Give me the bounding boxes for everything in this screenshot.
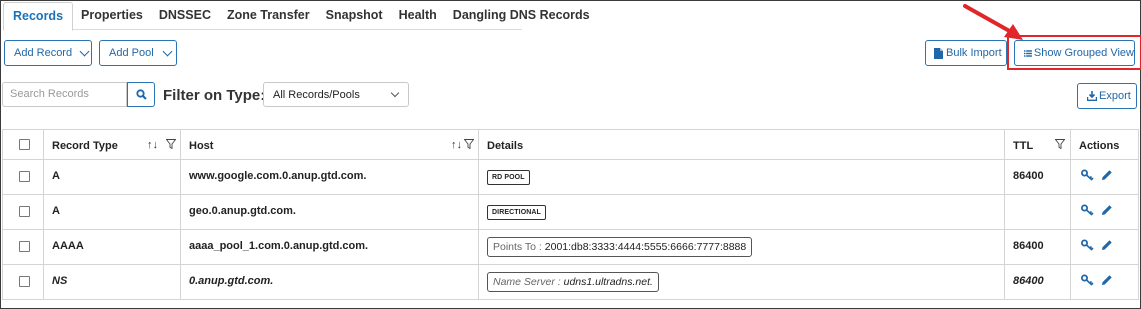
edit-pencil-icon[interactable] (1101, 169, 1113, 181)
filter-icon[interactable] (166, 139, 176, 149)
file-icon (934, 47, 943, 59)
record-type-select-value: All Records/Pools (273, 89, 360, 101)
details-cell: DIRECTIONAL (478, 195, 1004, 229)
tab-zone-transfer[interactable]: Zone Transfer (219, 2, 318, 29)
ttl-header-label: TTL (1013, 140, 1034, 152)
name-server-label: Name Server : (493, 276, 561, 288)
chevron-down-icon (162, 46, 173, 56)
tab-properties[interactable]: Properties (73, 2, 151, 29)
add-pool-label: Add Pool (109, 47, 154, 59)
tab-bar: Records Properties DNSSEC Zone Transfer … (3, 2, 590, 31)
download-icon (1087, 91, 1097, 101)
key-icon[interactable] (1081, 204, 1094, 216)
row-checkbox[interactable] (19, 171, 30, 182)
record-type-select[interactable]: All Records/Pools (263, 82, 409, 107)
select-all-checkbox[interactable] (19, 139, 30, 150)
key-icon[interactable] (1081, 239, 1094, 251)
filter-icon[interactable] (1055, 139, 1065, 149)
table-row: NS 0.anup.gtd.com. Name Server : udns1.u… (2, 265, 1139, 300)
points-to-value: 2001:db8:3333:4444:5555:6666:7777:8888 (544, 241, 747, 253)
header-details: Details (478, 130, 1004, 159)
row-select-cell (2, 160, 43, 194)
records-table: Record Type ↑↓ Host ↑↓ Details TTL Actio… (2, 129, 1139, 300)
add-record-label: Add Record (14, 47, 73, 59)
details-cell: Name Server : udns1.ultradns.net. (478, 265, 1004, 299)
tab-dangling-dns-records[interactable]: Dangling DNS Records (445, 2, 598, 29)
host-header-label: Host (189, 140, 214, 152)
chevron-down-icon (390, 88, 400, 98)
tab-snapshot[interactable]: Snapshot (318, 2, 391, 29)
search-input[interactable]: Search Records (2, 82, 127, 107)
host-cell: geo.0.anup.gtd.com. (180, 195, 478, 229)
filter-type-label: Filter on Type: (163, 87, 266, 104)
export-label: Export (1099, 90, 1131, 102)
search-button[interactable] (127, 82, 155, 107)
add-pool-button[interactable]: Add Pool (99, 40, 177, 66)
row-checkbox[interactable] (19, 276, 30, 287)
row-checkbox[interactable] (19, 241, 30, 252)
actions-cell (1070, 265, 1139, 299)
host-cell: aaaa_pool_1.com.0.anup.gtd.com. (180, 230, 478, 264)
edit-pencil-icon[interactable] (1101, 274, 1113, 286)
host-cell: www.google.com.0.anup.gtd.com. (180, 160, 478, 194)
ttl-cell: 86400 (1004, 230, 1070, 264)
tab-dnssec[interactable]: DNSSEC (151, 2, 219, 29)
tab-health[interactable]: Health (391, 2, 445, 29)
name-server-pill: Name Server : udns1.ultradns.net. (487, 272, 659, 292)
row-select-cell (2, 265, 43, 299)
points-to-pill: Points To : 2001:db8:3333:4444:5555:6666… (487, 237, 753, 257)
row-checkbox[interactable] (19, 206, 30, 217)
record-type-cell: NS (43, 265, 180, 299)
header-host: Host ↑↓ (180, 130, 478, 159)
pool-type-badge: RD POOL (487, 170, 530, 185)
edit-pencil-icon[interactable] (1101, 239, 1113, 251)
details-cell: Points To : 2001:db8:3333:4444:5555:6666… (478, 230, 1004, 264)
key-icon[interactable] (1081, 169, 1094, 181)
record-type-cell: A (43, 160, 180, 194)
record-type-header-label: Record Type (52, 140, 118, 152)
header-ttl: TTL (1004, 130, 1070, 159)
name-server-value: udns1.ultradns.net. (563, 276, 653, 288)
points-to-label: Points To : (493, 241, 542, 253)
ttl-cell: 86400 (1004, 265, 1070, 299)
key-icon[interactable] (1081, 274, 1094, 286)
header-select-cell (2, 130, 43, 159)
ttl-cell: 86400 (1004, 160, 1070, 194)
record-type-cell: AAAA (43, 230, 180, 264)
actions-cell (1070, 230, 1139, 264)
search-icon (135, 89, 147, 100)
actions-cell (1070, 160, 1139, 194)
table-row: A geo.0.anup.gtd.com. DIRECTIONAL (2, 195, 1139, 230)
table-row: AAAA aaaa_pool_1.com.0.anup.gtd.com. Poi… (2, 230, 1139, 265)
bulk-import-label: Bulk Import (946, 47, 1002, 59)
ttl-cell (1004, 195, 1070, 229)
details-cell: RD POOL (478, 160, 1004, 194)
actions-cell (1070, 195, 1139, 229)
table-row: A www.google.com.0.anup.gtd.com. RD POOL… (2, 160, 1139, 195)
edit-pencil-icon[interactable] (1101, 204, 1113, 216)
record-type-cell: A (43, 195, 180, 229)
filter-icon[interactable] (464, 139, 474, 149)
export-button[interactable]: Export (1077, 83, 1137, 109)
add-record-button[interactable]: Add Record (4, 40, 92, 66)
host-cell: 0.anup.gtd.com. (180, 265, 478, 299)
chevron-down-icon (79, 46, 90, 56)
sort-icon[interactable]: ↑↓ (451, 139, 462, 151)
sort-icon[interactable]: ↑↓ (147, 139, 158, 151)
pool-type-badge: DIRECTIONAL (487, 205, 546, 220)
tab-records[interactable]: Records (3, 2, 74, 31)
annotation-arrow-icon (963, 4, 1023, 40)
header-record-type: Record Type ↑↓ (43, 130, 180, 159)
table-header-row: Record Type ↑↓ Host ↑↓ Details TTL Actio… (2, 130, 1139, 160)
header-actions: Actions (1070, 130, 1139, 159)
row-select-cell (2, 195, 43, 229)
row-select-cell (2, 230, 43, 264)
